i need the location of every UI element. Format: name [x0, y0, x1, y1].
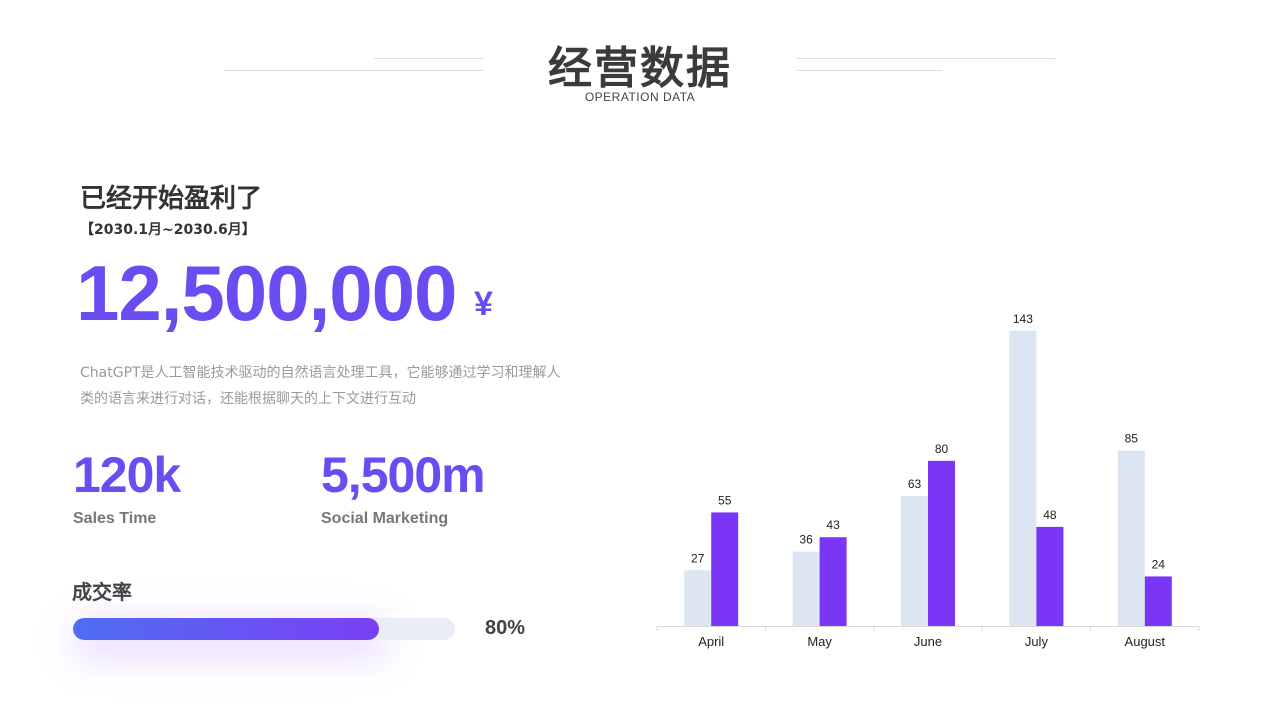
profit-headline: 已经开始盈利了: [80, 184, 263, 214]
bar-series-1: [792, 551, 820, 626]
stat-social-marketing-label: Social Marketing: [321, 510, 449, 527]
data-label: 63: [908, 477, 922, 491]
data-label: 55: [718, 493, 732, 507]
conversion-progress-fill: [73, 618, 379, 640]
conversion-rate-percent: 80%: [485, 617, 526, 639]
bar-series-2: [711, 512, 739, 626]
x-tick-label: June: [914, 634, 942, 649]
x-tick-label: July: [1025, 634, 1049, 649]
bar-series-2: [1144, 576, 1172, 626]
bar-series-1: [1117, 450, 1145, 626]
bar-series-1: [1009, 330, 1037, 626]
bar-series-1: [901, 495, 928, 626]
bar-series-2: [928, 460, 955, 626]
conversion-progress-track: [73, 618, 455, 640]
bar-series-2: [819, 537, 847, 626]
data-label: 43: [826, 518, 840, 532]
page-subtitle: OPERATION DATA: [584, 90, 696, 104]
x-tick-label: August: [1125, 634, 1166, 649]
data-label: 24: [1152, 557, 1166, 571]
bar-series-2: [1036, 526, 1064, 626]
x-tick-label: May: [807, 634, 832, 649]
data-label: 143: [1013, 312, 1033, 326]
conversion-rate-label: 成交率: [72, 580, 132, 604]
data-label: 80: [935, 442, 949, 456]
stat-social-marketing-value: 5,500m: [321, 447, 486, 503]
data-label: 27: [691, 551, 705, 565]
x-tick-label: April: [698, 634, 724, 649]
period-range: 【2030.1月~2030.6月】: [80, 222, 256, 238]
monthly-bar-chart: 27 55 April 36 43 May 63 80 June 143 48 July 85 24 Aug…: [656, 312, 1200, 649]
data-label: 85: [1125, 432, 1139, 446]
bar-series-1: [684, 570, 712, 626]
data-label: 48: [1043, 508, 1057, 522]
stat-sales-time-label: Sales Time: [73, 510, 157, 527]
page-title: 经营数据: [548, 43, 732, 94]
description-text: ChatGPT是人工智能技术驱动的自然语言处理工具，它能够通过学习和理解人类的语…: [80, 365, 561, 407]
stat-sales-time-value: 120k: [73, 447, 181, 503]
data-label: 36: [799, 533, 813, 547]
currency-symbol: ¥: [474, 285, 493, 323]
profit-amount: 12,500,000: [76, 249, 457, 337]
